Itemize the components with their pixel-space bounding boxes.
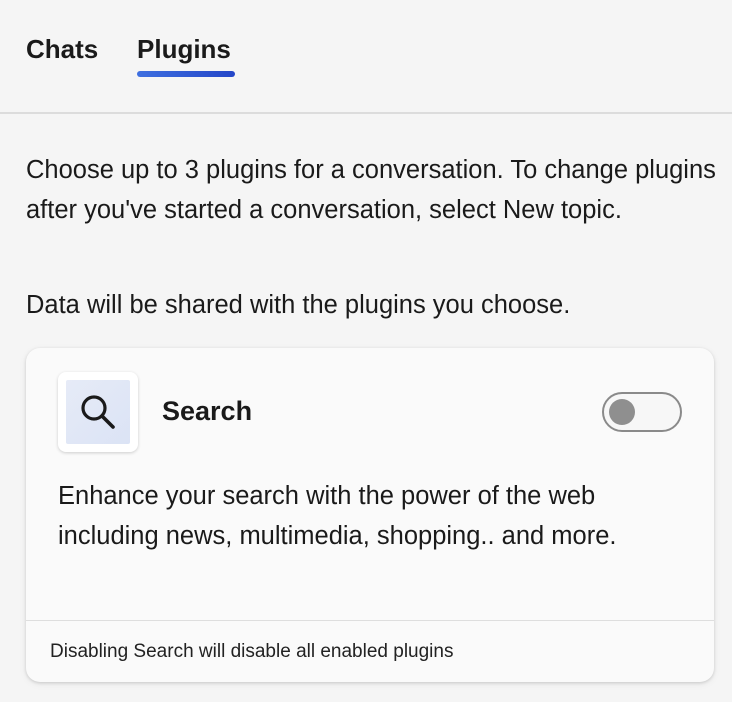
tab-chats[interactable]: Chats <box>26 32 98 66</box>
search-icon <box>66 380 130 444</box>
active-tab-indicator <box>137 71 235 77</box>
data-sharing-note: Data will be shared with the plugins you… <box>26 291 571 319</box>
toggle-knob <box>609 399 635 425</box>
plugin-card-search: Search Enhance your search with the powe… <box>26 348 714 682</box>
plugin-icon-tile <box>58 372 138 452</box>
tab-bar: Chats Plugins <box>0 0 732 114</box>
tab-plugins[interactable]: Plugins <box>137 32 231 66</box>
plugin-description: Enhance your search with the power of th… <box>58 482 617 550</box>
search-plugin-toggle[interactable] <box>602 392 682 432</box>
plugins-panel: Chats Plugins Choose up to 3 plugins for… <box>0 0 732 702</box>
card-divider <box>26 620 714 621</box>
plugin-name: Search <box>162 396 253 426</box>
plugins-instructions: Choose up to 3 plugins for a conversatio… <box>26 156 716 224</box>
plugin-footer-note: Disabling Search will disable all enable… <box>50 641 454 662</box>
